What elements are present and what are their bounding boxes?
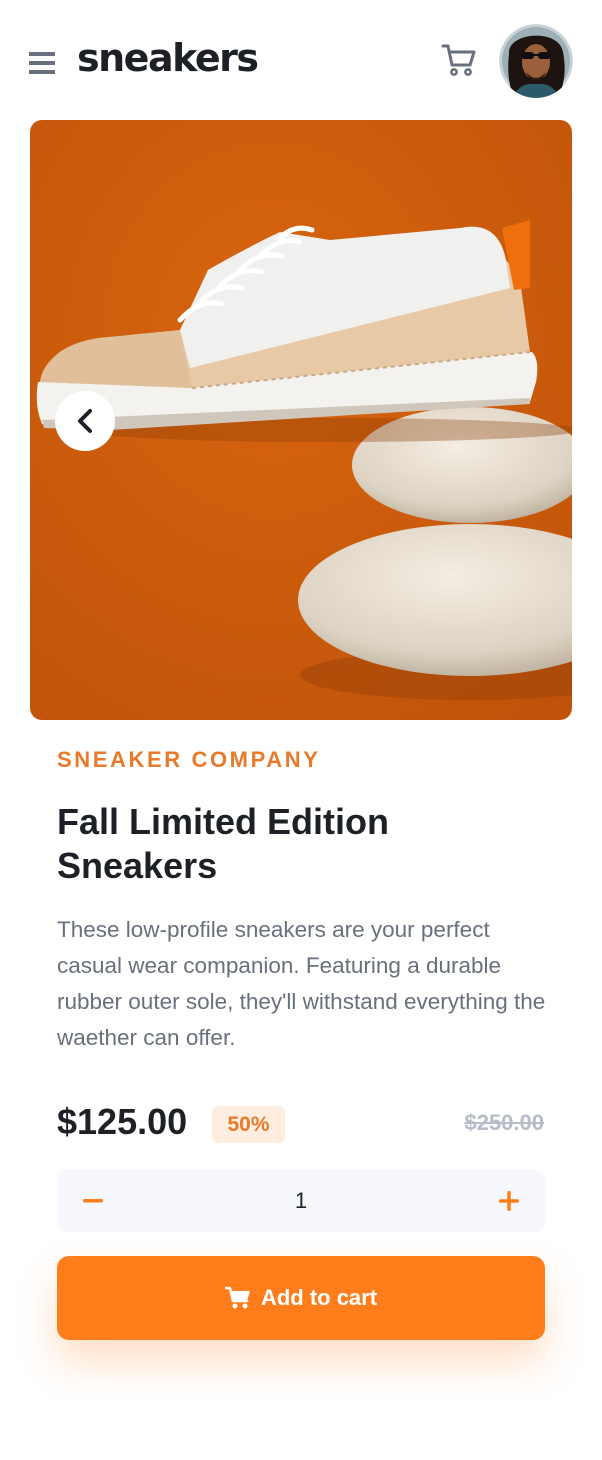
plus-icon <box>499 1191 519 1211</box>
minus-icon <box>83 1199 103 1203</box>
company-label: SNEAKER COMPANY <box>57 747 321 772</box>
quantity-value: 1 <box>294 1188 308 1213</box>
add-to-cart-label: Add to cart <box>260 1285 378 1310</box>
avatar[interactable] <box>499 24 573 98</box>
product-description: These low-profile sneakers are your perf… <box>57 917 546 1050</box>
current-price: $125.00 <box>57 1101 188 1142</box>
hamburger-menu-icon[interactable] <box>29 52 55 76</box>
header: sneakers <box>0 0 602 120</box>
cart-icon <box>224 1286 250 1309</box>
product-gallery <box>30 120 572 720</box>
increase-quantity-button[interactable] <box>489 1181 529 1221</box>
previous-image-button[interactable] <box>55 391 115 451</box>
logo[interactable]: sneakers <box>77 36 259 80</box>
original-price: $250.00 <box>464 1110 544 1135</box>
discount-badge: 50% <box>212 1106 285 1143</box>
product-title: Fall Limited Edition Sneakers <box>57 801 389 886</box>
chevron-left-icon <box>78 409 92 433</box>
quantity-stepper: 1 <box>57 1169 545 1232</box>
cart-icon[interactable] <box>441 43 477 77</box>
add-to-cart-button[interactable]: Add to cart <box>57 1256 545 1340</box>
decrease-quantity-button[interactable] <box>73 1181 113 1221</box>
